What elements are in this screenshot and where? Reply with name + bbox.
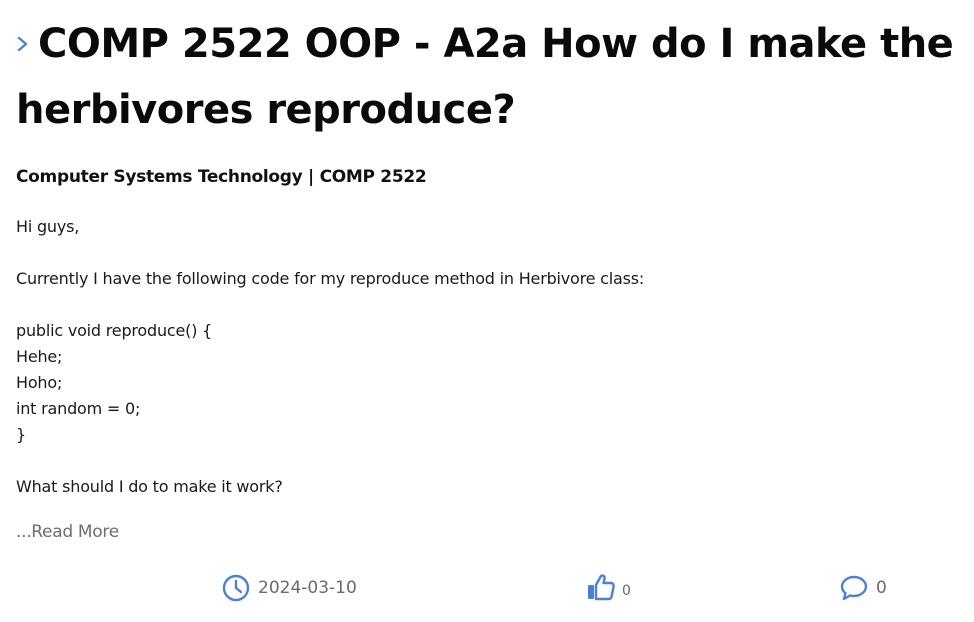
post-footer: 2024-03-10 0 0 <box>0 572 974 606</box>
post-date: 2024-03-10 <box>222 574 357 602</box>
post-date-text: 2024-03-10 <box>258 578 357 598</box>
post-body-line: public void reproduce() { <box>16 321 213 340</box>
post-category: Computer Systems Technology | COMP 2522 <box>16 167 427 187</box>
post-body-line: Currently I have the following code for … <box>16 269 645 288</box>
post-body-line <box>16 448 644 474</box>
post-title[interactable]: COMP 2522 OOP - A2a How do I make the he… <box>16 0 966 142</box>
post-title-text: COMP 2522 OOP - A2a How do I make the he… <box>16 21 954 133</box>
chevron-right-icon <box>16 10 30 74</box>
read-more-link[interactable]: ...Read More <box>16 522 119 542</box>
post-body-line: What should I do to make it work? <box>16 477 283 496</box>
comment-count: 0 <box>876 578 887 598</box>
comment-button[interactable]: 0 <box>840 574 887 602</box>
clock-icon <box>222 574 250 602</box>
thumbs-up-icon <box>586 572 616 602</box>
like-count: 0 <box>622 583 631 599</box>
post-body-line: int random = 0; <box>16 399 141 418</box>
post-body-line: Hehe; <box>16 347 63 366</box>
post-body-line: Hoho; <box>16 373 63 392</box>
like-button[interactable]: 0 <box>586 572 631 602</box>
post-body-line <box>16 240 644 266</box>
post-body: Hi guys, Currently I have the following … <box>16 214 644 500</box>
comment-bubble-icon <box>840 574 868 602</box>
post-body-line <box>16 292 644 318</box>
post-card: COMP 2522 OOP - A2a How do I make the he… <box>0 0 974 622</box>
post-body-line: Hi guys, <box>16 217 80 236</box>
post-body-line: } <box>16 425 26 444</box>
